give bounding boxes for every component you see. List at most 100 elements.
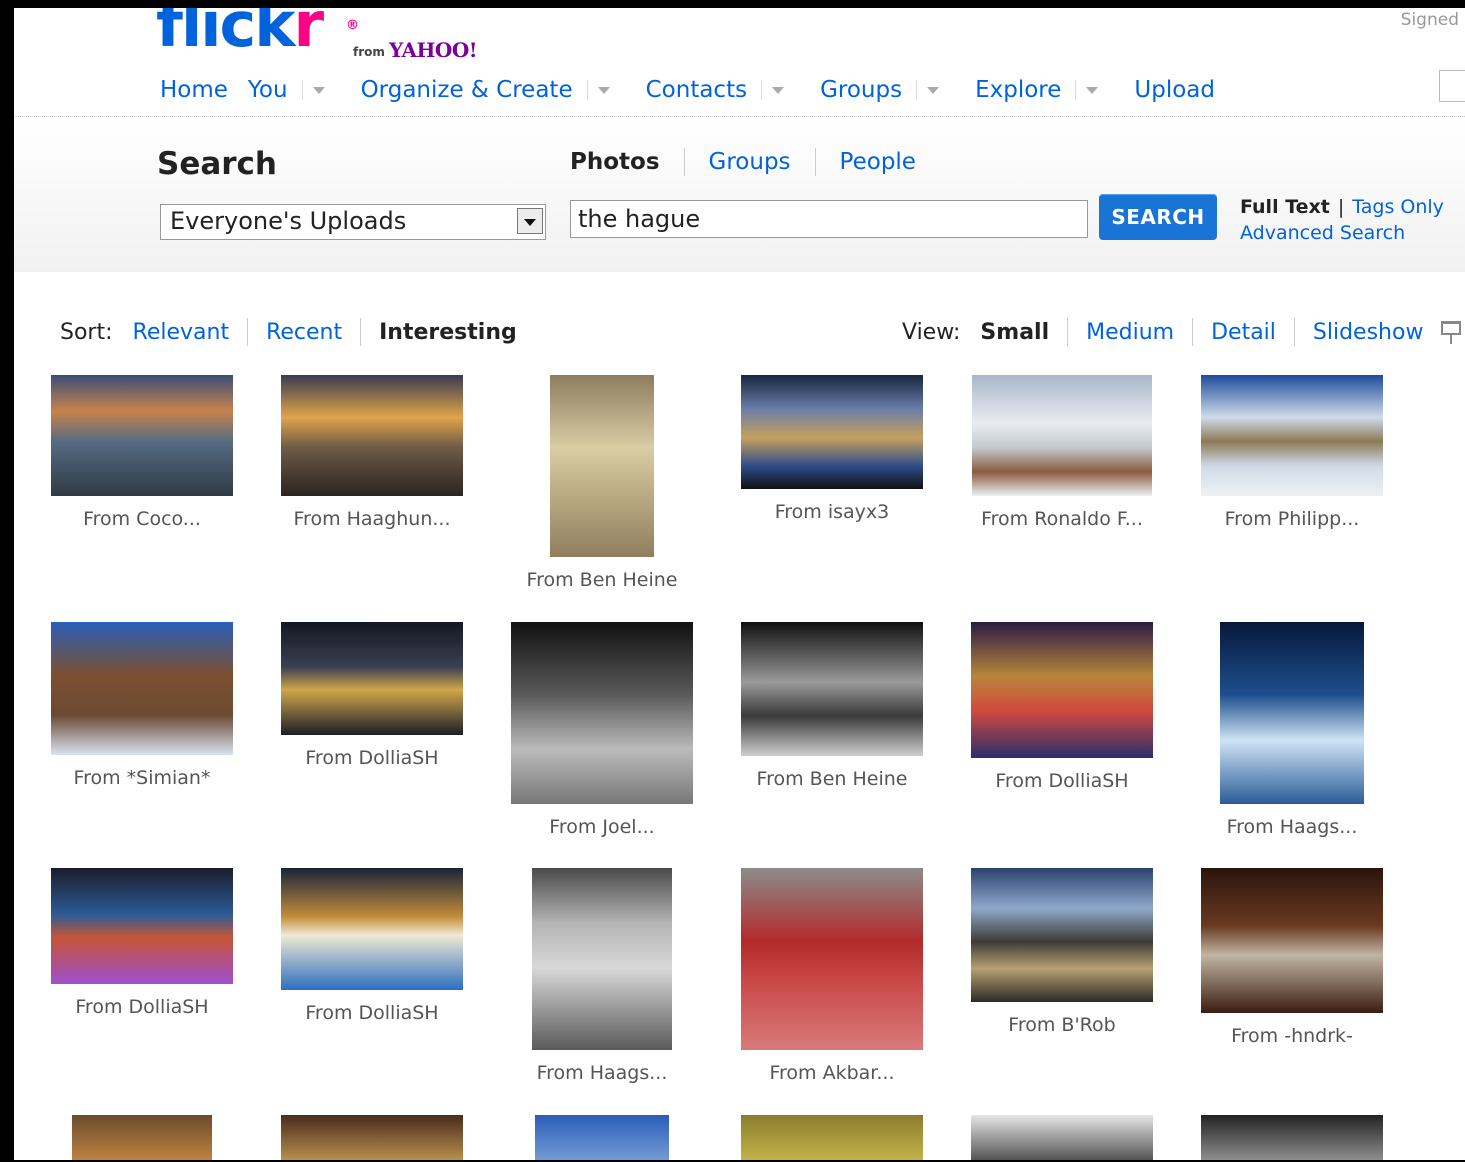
photo-thumbnail[interactable]	[51, 375, 233, 496]
search-input[interactable]	[570, 200, 1088, 238]
photo-thumbnail[interactable]	[972, 375, 1152, 496]
photo-thumbnail[interactable]	[550, 375, 654, 557]
view-label: View:	[902, 319, 961, 345]
nav-divider	[916, 80, 918, 100]
sort-relevant[interactable]: Relevant	[133, 320, 230, 345]
tab-divider	[814, 148, 816, 176]
search-button[interactable]: SEARCH	[1099, 194, 1217, 240]
photo-caption[interactable]: From Ben Heine	[717, 768, 947, 790]
photo-thumbnail[interactable]	[741, 1115, 923, 1160]
search-scope-value: Everyone's Uploads	[170, 207, 407, 235]
photo-caption[interactable]: From Akbar...	[717, 1062, 947, 1084]
photo-thumbnail[interactable]	[535, 1115, 669, 1160]
photo-caption[interactable]: From Haags...	[487, 1062, 717, 1084]
chevron-down-icon[interactable]	[927, 86, 940, 94]
search-scope-select[interactable]: Everyone's Uploads	[160, 204, 546, 240]
logo-registered-mark: ®	[346, 18, 359, 33]
logo-wordmark: flickr	[156, 8, 324, 61]
sort-label: Sort:	[60, 319, 113, 345]
photo-thumbnail[interactable]	[741, 622, 923, 756]
chevron-down-icon[interactable]	[597, 86, 610, 94]
photo-thumbnail[interactable]	[281, 1115, 463, 1160]
full-text-option[interactable]: Full Text	[1240, 196, 1330, 218]
nav-home[interactable]: Home	[160, 77, 228, 103]
chevron-down-icon[interactable]	[1086, 86, 1099, 94]
nav-divider	[761, 80, 763, 100]
search-title: Search	[157, 146, 278, 182]
photo-thumbnail[interactable]	[971, 622, 1153, 758]
nav-groups[interactable]: Groups	[820, 77, 955, 103]
tab-divider	[683, 148, 685, 176]
photo-caption[interactable]: From Joel...	[487, 816, 717, 838]
photo-caption[interactable]: From DolliaSH	[947, 770, 1177, 792]
view-small[interactable]: Small	[980, 320, 1049, 345]
photo-caption[interactable]: From B'Rob	[947, 1014, 1177, 1036]
nav-divider	[586, 80, 588, 100]
photo-thumbnail[interactable]	[1201, 375, 1383, 496]
photo-thumbnail[interactable]	[51, 868, 233, 984]
sort-interesting[interactable]: Interesting	[379, 320, 517, 345]
photo-caption[interactable]: From DolliaSH	[257, 1002, 487, 1024]
photo-caption[interactable]: From Haags...	[1177, 816, 1407, 838]
photo-caption[interactable]: From DolliaSH	[27, 996, 257, 1018]
nav-divider	[301, 80, 303, 100]
header-search-box[interactable]	[1439, 70, 1465, 102]
photo-thumbnail[interactable]	[281, 868, 463, 990]
photo-thumbnail[interactable]	[971, 868, 1153, 1002]
photo-caption[interactable]: From DolliaSH	[257, 747, 487, 769]
logo-yahoo-text: YAHOO!	[389, 38, 478, 62]
view-bar: View: Small Medium Detail Slideshow	[902, 318, 1463, 346]
nav-upload[interactable]: Upload	[1134, 77, 1215, 103]
main-nav: Home You Organize & Create Contacts Grou…	[160, 74, 1235, 106]
photo-thumbnail[interactable]	[51, 622, 233, 755]
photo-caption[interactable]: From -hndrk-	[1177, 1025, 1407, 1047]
search-mode: Full Text | Tags Only Advanced Search	[1240, 194, 1444, 246]
photo-thumbnail[interactable]	[1201, 1115, 1383, 1160]
view-medium[interactable]: Medium	[1086, 320, 1174, 345]
sort-recent[interactable]: Recent	[266, 320, 342, 345]
tab-groups[interactable]: Groups	[709, 149, 791, 175]
dropdown-arrow-icon[interactable]	[517, 208, 543, 234]
signed-in-status: Signed	[1400, 10, 1459, 30]
view-divider	[1192, 318, 1194, 346]
header-divider	[14, 116, 1465, 117]
view-slideshow[interactable]: Slideshow	[1313, 320, 1424, 345]
nav-divider	[1075, 80, 1077, 100]
nav-organize-create[interactable]: Organize & Create	[361, 77, 626, 103]
nav-you[interactable]: You	[248, 77, 341, 103]
photo-thumbnail[interactable]	[741, 375, 923, 489]
view-divider	[1293, 318, 1295, 346]
chevron-down-icon[interactable]	[772, 86, 785, 94]
photo-thumbnail[interactable]	[1201, 868, 1383, 1013]
tags-only-link[interactable]: Tags Only	[1352, 196, 1444, 218]
search-type-tabs: Photos Groups People	[570, 148, 916, 176]
photo-caption[interactable]: From isayx3	[717, 501, 947, 523]
logo-from-text: from	[353, 45, 385, 59]
nav-contacts[interactable]: Contacts	[646, 77, 800, 103]
mode-divider: |	[1337, 196, 1345, 218]
photo-thumbnail[interactable]	[281, 622, 463, 735]
slideshow-icon[interactable]	[1441, 319, 1463, 345]
advanced-search-link[interactable]: Advanced Search	[1240, 222, 1405, 244]
photo-thumbnail[interactable]	[971, 1115, 1153, 1160]
photo-thumbnail[interactable]	[1220, 622, 1364, 804]
photo-caption[interactable]: From Haaghun...	[257, 508, 487, 530]
photo-thumbnail[interactable]	[72, 1115, 212, 1160]
tab-people[interactable]: People	[840, 149, 916, 175]
sort-divider	[247, 318, 249, 346]
photo-caption[interactable]: From Coco...	[27, 508, 257, 530]
photo-caption[interactable]: From Philipp...	[1177, 508, 1407, 530]
photo-caption[interactable]: From Ben Heine	[487, 569, 717, 591]
view-divider	[1067, 318, 1069, 346]
photo-caption[interactable]: From Ronaldo F...	[947, 508, 1177, 530]
photo-thumbnail[interactable]	[511, 622, 693, 804]
tab-photos[interactable]: Photos	[570, 149, 660, 175]
photo-thumbnail[interactable]	[532, 868, 672, 1050]
view-detail[interactable]: Detail	[1211, 320, 1276, 345]
chevron-down-icon[interactable]	[312, 86, 325, 94]
browser-page: flickr ® from YAHOO! Signed Home You Org…	[14, 8, 1465, 1160]
nav-explore[interactable]: Explore	[975, 77, 1114, 103]
photo-thumbnail[interactable]	[281, 375, 463, 496]
photo-caption[interactable]: From *Simian*	[27, 767, 257, 789]
photo-thumbnail[interactable]	[741, 868, 923, 1050]
